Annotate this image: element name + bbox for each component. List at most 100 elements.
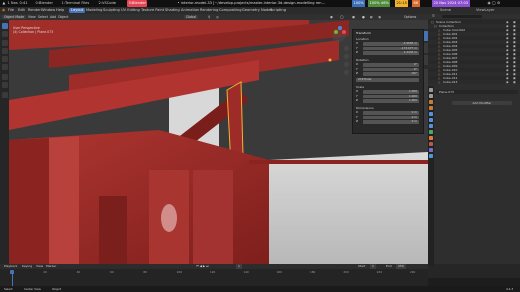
menu-help[interactable]: Help [56, 7, 64, 14]
cursor-icon[interactable] [1, 31, 8, 37]
volume-status: 66 [412, 0, 420, 7]
tab-scripting[interactable]: Scripting [268, 8, 288, 13]
location-z-field[interactable]: 1.4445 m [363, 50, 419, 55]
frame-tick-label: 180 [310, 270, 316, 274]
view-menu[interactable]: View [36, 264, 43, 269]
properties-tab-icon[interactable] [428, 136, 434, 141]
measure-icon[interactable] [1, 82, 8, 88]
tab-layout[interactable]: Layout [69, 7, 86, 14]
version-label: 4.2.3 [506, 287, 514, 291]
frame-tick-label: 120 [210, 270, 216, 274]
rotation-mode-dropdown[interactable]: XYZ Euler [356, 77, 419, 82]
rotate-icon[interactable] [1, 48, 8, 54]
properties-tab-icon[interactable] [428, 106, 434, 111]
transform-icon[interactable] [1, 64, 8, 70]
pan-icon[interactable] [344, 54, 349, 59]
frame-tick-label: 60 [110, 270, 114, 274]
outliner-filter-icon[interactable]: ☰ [432, 14, 435, 19]
marker-menu[interactable]: Marker [46, 264, 56, 269]
menu-render[interactable]: Render [28, 7, 41, 14]
frame-tick-label: 40 [76, 270, 81, 274]
frame-tick-label: 100 [176, 270, 182, 274]
dimension-x-field[interactable]: 0 m [363, 110, 419, 115]
object-name-field[interactable]: Plane.073 [436, 90, 518, 94]
rotation-x-field[interactable]: 0° [363, 62, 419, 67]
current-frame-field[interactable]: 1 [236, 264, 242, 269]
rotation-z-field[interactable]: -90° [363, 71, 419, 76]
frame-tick-label: 140 [243, 270, 249, 274]
select-box-icon[interactable] [1, 23, 8, 29]
properties-tab-icon[interactable] [428, 100, 434, 105]
playhead-line [12, 274, 13, 286]
dimension-z-field[interactable]: 0 m [363, 119, 419, 124]
dimension-y-field[interactable]: 0 m [363, 115, 419, 120]
workspace-active[interactable]: 3:Blender [127, 0, 148, 7]
add-modifier-button[interactable]: Add Modifier [452, 101, 512, 105]
tray-icons[interactable]: ◉ ◯ ⚙ [486, 0, 502, 7]
start-label: Start [358, 264, 366, 268]
workspace-vscode[interactable]: 2:VSCode [97, 0, 117, 7]
keying-menu[interactable]: Keying [22, 264, 32, 269]
properties-tab-icon[interactable] [428, 112, 434, 117]
window-title: • interior-model-33 [~/develop-projects/… [177, 1, 326, 5]
menu-file[interactable]: File [8, 7, 14, 14]
annotate-icon[interactable] [1, 74, 8, 80]
menu-edit[interactable]: Edit [18, 7, 25, 14]
workspace-blender[interactable]: 0:Blender [34, 0, 54, 7]
floor-plane [264, 152, 428, 264]
system-bar: ▲ 1 Nas 0:41 0:Blender 1:Terminal Files … [0, 0, 520, 7]
outliner-search-input[interactable] [442, 14, 482, 19]
frame-tick-label: 20 [43, 270, 47, 274]
clock: 0:41 [19, 1, 28, 5]
dim-z-label: Z [356, 119, 358, 123]
sidebar-transform-panel: Transform Location X -3.9685 m Y -173.97… [352, 29, 424, 134]
cpu-status: 100% [352, 0, 366, 7]
door [99, 196, 127, 264]
timeline-header: Playback Keying View Marker ⏮ ◀ ▶ ⏭ 1 St… [0, 264, 428, 269]
mode-dropdown[interactable]: Object Mode [2, 14, 27, 20]
end-label: End [386, 264, 392, 268]
frame-tick-label: 80 [143, 270, 147, 274]
scale-icon[interactable] [1, 56, 8, 62]
dimensions-label: Dimensions [356, 106, 374, 110]
properties-tab-icon[interactable] [428, 124, 434, 129]
properties-tab-icon[interactable] [428, 148, 434, 153]
transform-orientation[interactable]: Global [184, 14, 199, 20]
workspace-terminal[interactable]: 1:Terminal Files [60, 0, 91, 7]
perspective-toggle-icon[interactable] [344, 70, 349, 75]
properties-tab-icon[interactable] [428, 142, 434, 147]
zoom-icon[interactable] [344, 46, 349, 51]
tool-shelf [0, 20, 9, 264]
properties-tab-icon[interactable] [428, 130, 434, 135]
menu-window[interactable]: Window [41, 7, 55, 14]
camera-view-icon[interactable] [344, 62, 349, 67]
properties-tab-icon[interactable] [428, 154, 434, 159]
timeline: Playback Keying View Marker ⏮ ◀ ▶ ⏭ 1 St… [0, 264, 428, 286]
move-icon[interactable] [1, 40, 8, 46]
time-status: 21:15 [395, 0, 409, 7]
end-frame-field[interactable]: 250 [396, 264, 406, 269]
status-bar: Select Center View Object 4.2.3 [0, 286, 520, 292]
frame-tick-label: 200 [343, 270, 349, 274]
properties-tab-icon[interactable] [428, 88, 434, 93]
loc-z-label: Z [356, 50, 358, 54]
start-frame-field[interactable]: 1 [370, 264, 376, 269]
panel-title: Transform [356, 31, 371, 35]
properties-tab-icon[interactable] [428, 118, 434, 123]
view-layer-selector[interactable]: ViewLayer [476, 7, 495, 14]
add-cube-icon[interactable] [1, 92, 8, 98]
axis-x-icon[interactable] [342, 30, 346, 34]
properties-tabs [428, 86, 434, 266]
status-select: Select [4, 287, 13, 291]
outliner-header: ☰ [428, 14, 520, 19]
playback-menu[interactable]: Playback [4, 264, 17, 269]
properties-tab-icon[interactable] [428, 94, 434, 99]
axis-y-icon[interactable] [334, 30, 338, 34]
frame-ruler[interactable]: 020406080100120140160180200220240 [0, 270, 428, 275]
scale-z-label: Z [356, 98, 358, 102]
scale-z-field[interactable]: 1.000 [363, 98, 419, 103]
scene-selector[interactable]: Scene [440, 7, 451, 14]
playback-controls[interactable]: ⏮ ◀ ▶ ⏭ [196, 264, 209, 269]
axis-z-icon[interactable] [338, 26, 342, 30]
blender-logo-icon[interactable]: ◉ [2, 7, 5, 14]
